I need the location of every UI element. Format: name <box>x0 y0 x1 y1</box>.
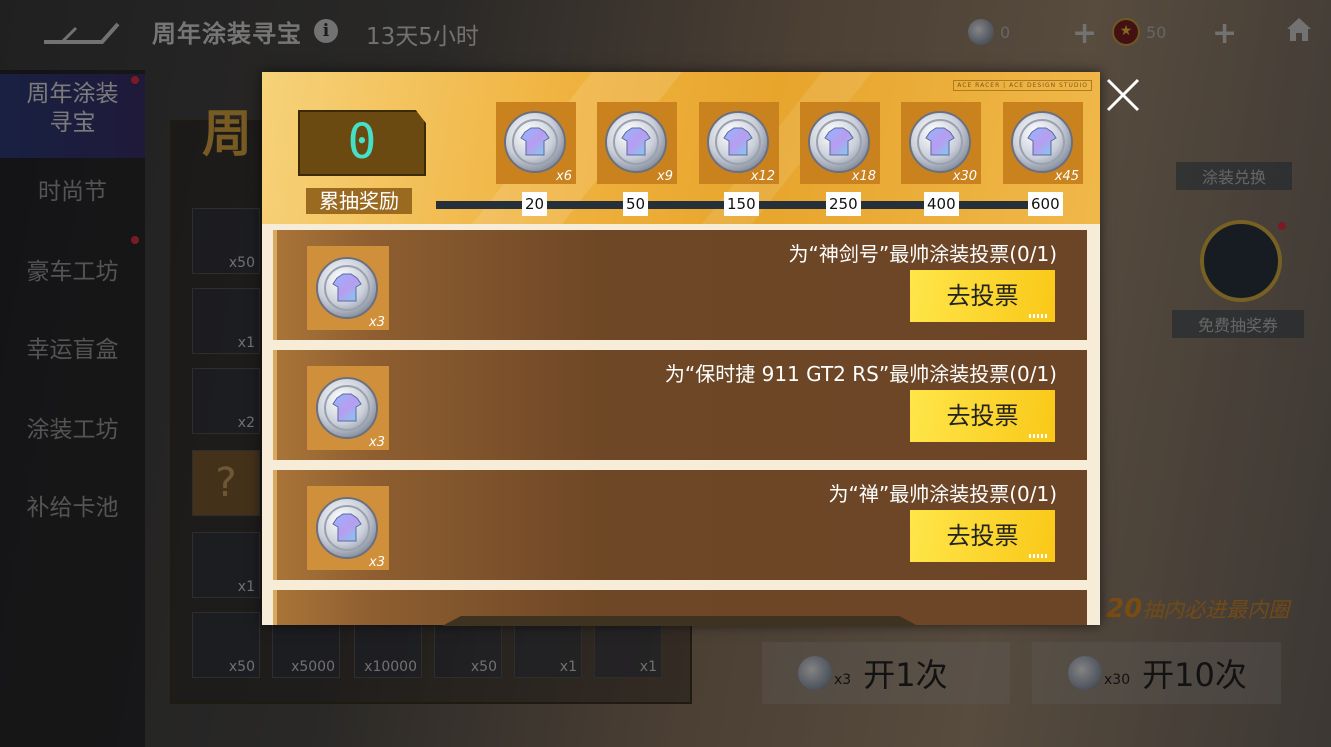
cumulative-reward-label: 累抽奖励 <box>306 188 412 214</box>
reward-milestone-item[interactable]: x6 <box>496 102 576 184</box>
vote-task-row: x3 为“禅”最帅涂装投票(0/1) 去投票 <box>273 470 1087 580</box>
go-vote-button[interactable]: 去投票 <box>910 270 1055 322</box>
task-reward-item[interactable]: x3 <box>307 366 389 450</box>
reward-milestone-item[interactable]: x12 <box>699 102 779 184</box>
go-vote-label: 去投票 <box>946 282 1019 310</box>
task-reward-item[interactable]: x3 <box>307 486 389 570</box>
paint-ticket-icon <box>908 110 972 174</box>
milestone-threshold: 250 <box>826 192 861 216</box>
reward-quantity: x3 <box>369 555 385 570</box>
vote-task-row: x3 为“神剑号”最帅涂装投票(0/1) 去投票 <box>273 230 1087 340</box>
go-vote-label: 去投票 <box>946 402 1019 430</box>
reward-quantity: x3 <box>369 435 385 450</box>
task-reward-item[interactable]: x3 <box>307 246 389 330</box>
reward-quantity: x18 <box>851 169 876 184</box>
draw-count-value: 0 <box>347 114 377 170</box>
reward-quantity: x12 <box>750 169 775 184</box>
milestone-threshold: 20 <box>522 192 548 216</box>
reward-quantity: x45 <box>1054 169 1079 184</box>
paint-ticket-icon <box>315 256 379 320</box>
reward-milestone-item[interactable]: x30 <box>901 102 981 184</box>
brand-label: ACE RACER | ACE DESIGN STUDIO <box>953 80 1092 91</box>
vote-task-row: x3 为“保时捷 911 GT2 RS”最帅涂装投票(0/1) 去投票 <box>273 350 1087 460</box>
task-title: 为“保时捷 911 GT2 RS”最帅涂装投票(0/1) <box>664 362 1057 386</box>
task-title: 为“神剑号”最帅涂装投票(0/1) <box>788 242 1057 266</box>
button-stripe-decoration <box>1029 554 1049 558</box>
cumulative-reward-modal: ACE RACER | ACE DESIGN STUDIO 0 累抽奖励 x6 2… <box>262 72 1100 626</box>
go-vote-button[interactable]: 去投票 <box>910 510 1055 562</box>
reward-milestone-item[interactable]: x9 <box>597 102 677 184</box>
reward-milestone-item[interactable]: x18 <box>800 102 880 184</box>
draw-counter: 0 <box>298 110 426 176</box>
button-stripe-decoration <box>1029 434 1049 438</box>
paint-ticket-icon <box>706 110 770 174</box>
vote-task-list[interactable]: x3 为“神剑号”最帅涂装投票(0/1) 去投票 x3 为“保时捷 911 GT2 RS… <box>270 224 1092 625</box>
milestone-threshold: 600 <box>1028 192 1063 216</box>
paint-ticket-icon <box>315 376 379 440</box>
reward-quantity: x3 <box>369 315 385 330</box>
cumulative-reward-panel: ACE RACER | ACE DESIGN STUDIO 0 累抽奖励 x6 2… <box>262 72 1100 224</box>
go-vote-button[interactable]: 去投票 <box>910 390 1055 442</box>
paint-ticket-icon <box>1010 110 1074 174</box>
go-vote-label: 去投票 <box>946 522 1019 550</box>
reward-quantity: x30 <box>952 169 977 184</box>
reward-quantity: x6 <box>556 169 572 184</box>
paint-ticket-icon <box>315 496 379 560</box>
milestone-threshold: 400 <box>924 192 959 216</box>
paint-ticket-icon <box>807 110 871 174</box>
task-title: 为“禅”最帅涂装投票(0/1) <box>828 482 1057 506</box>
close-icon[interactable] <box>1104 76 1142 114</box>
modal-bottom-decoration <box>442 616 918 626</box>
milestone-threshold: 150 <box>724 192 759 216</box>
milestone-threshold: 50 <box>623 192 649 216</box>
button-stripe-decoration <box>1029 314 1049 318</box>
paint-ticket-icon <box>503 110 567 174</box>
reward-milestone-item[interactable]: x45 <box>1003 102 1083 184</box>
reward-quantity: x9 <box>657 169 673 184</box>
paint-ticket-icon <box>604 110 668 174</box>
